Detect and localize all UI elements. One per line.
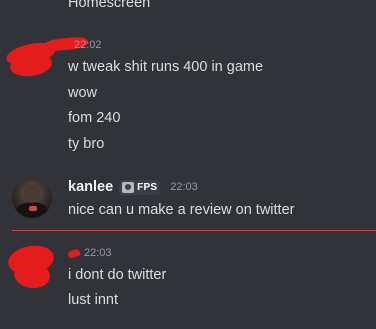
message-text: Homescreen xyxy=(68,0,151,11)
message-text: w tweak shit runs 400 in game xyxy=(68,59,264,75)
server-tag-icon xyxy=(122,181,135,193)
message-text: ty bro xyxy=(68,136,105,152)
username[interactable]: kanlee xyxy=(68,179,113,195)
message-header: 22:03 xyxy=(67,243,112,263)
message-header: kanlee FPS 22:03 xyxy=(68,177,198,197)
timestamp: 22:03 xyxy=(170,181,198,193)
avatar[interactable] xyxy=(12,178,52,218)
timestamp: 22:03 xyxy=(84,247,112,259)
server-tag-badge[interactable]: FPS xyxy=(119,179,161,195)
server-tag-label: FPS xyxy=(137,181,158,193)
chat-messages: Homescreen 22:02 w tweak shit runs 400 i… xyxy=(0,0,376,329)
message-header: 22:02 xyxy=(68,35,102,55)
message-text: i dont do twitter xyxy=(68,267,167,283)
avatar[interactable] xyxy=(4,35,89,79)
avatar[interactable] xyxy=(5,242,57,291)
message-text: wow xyxy=(68,85,98,101)
message-text: fom 240 xyxy=(68,110,121,126)
redaction-scribble xyxy=(67,247,81,259)
timestamp: 22:02 xyxy=(74,39,102,51)
message-text: lust innt xyxy=(68,292,118,308)
new-messages-divider xyxy=(12,230,376,231)
message-text: nice can u make a review on twitter xyxy=(68,202,295,218)
